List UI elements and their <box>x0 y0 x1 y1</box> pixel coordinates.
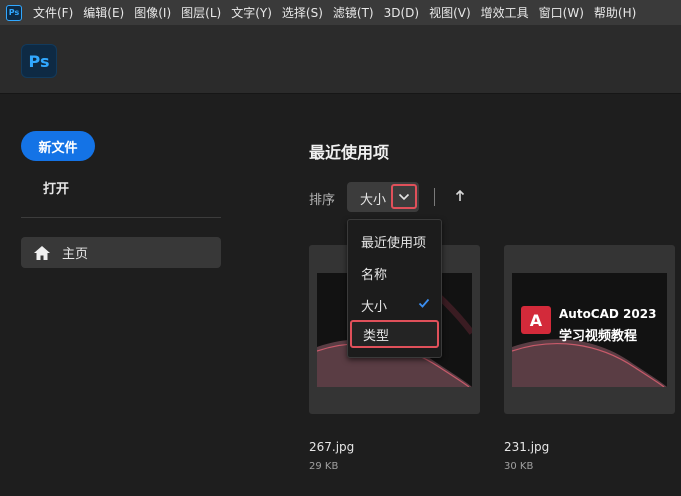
home-header: Ps <box>0 25 681 94</box>
autocad-logo: A <box>521 306 551 334</box>
menu-view[interactable]: 视图(V) <box>424 4 476 21</box>
menu-bar: Ps 文件(F) 编辑(E) 图像(I) 图层(L) 文字(Y) 选择(S) 滤… <box>0 0 681 25</box>
menu-type[interactable]: 文字(Y) <box>226 4 277 21</box>
sort-option-size[interactable]: 大小 <box>348 291 441 319</box>
file-size: 30 KB <box>504 461 534 472</box>
menu-edit[interactable]: 编辑(E) <box>78 4 129 21</box>
sort-option-recent[interactable]: 最近使用项 <box>348 227 441 255</box>
thumbnail-subtitle: 学习视频教程 <box>559 329 638 344</box>
toolbar-divider <box>434 188 435 206</box>
open-button[interactable]: 打开 <box>43 178 69 197</box>
sidebar-divider <box>21 217 221 218</box>
chevron-down-icon[interactable] <box>391 184 417 209</box>
photoshop-logo: Ps <box>21 44 57 78</box>
photoshop-app-icon[interactable]: Ps <box>6 4 22 21</box>
menu-plugins[interactable]: 增效工具 <box>476 4 534 21</box>
sort-option-name[interactable]: 名称 <box>348 259 441 287</box>
sidebar-item-label: 主页 <box>62 247 89 262</box>
sort-select-value: 大小 <box>360 193 387 208</box>
sort-option-label: 最近使用项 <box>361 235 427 251</box>
menu-layer[interactable]: 图层(L) <box>176 4 226 21</box>
file-size: 29 KB <box>309 461 339 472</box>
home-icon <box>33 245 51 261</box>
sort-option-label: 大小 <box>361 299 388 315</box>
sidebar-item-home[interactable]: 主页 <box>21 237 221 268</box>
menu-file[interactable]: 文件(F) <box>28 4 78 21</box>
page-title: 最近使用项 <box>309 143 390 162</box>
menu-3d[interactable]: 3D(D) <box>379 6 424 20</box>
arrow-up-icon[interactable] <box>452 188 468 204</box>
checkmark-icon <box>418 297 430 313</box>
menu-help[interactable]: 帮助(H) <box>589 4 641 21</box>
sort-option-label: 名称 <box>361 267 388 283</box>
sort-select[interactable]: 大小 <box>347 182 419 212</box>
thumbnail-title: AutoCAD 2023 <box>559 307 657 321</box>
sort-option-type[interactable]: 类型 <box>350 320 439 348</box>
file-card[interactable]: A AutoCAD 2023 学习视频教程 <box>504 245 675 414</box>
menu-filter[interactable]: 滤镜(T) <box>328 4 379 21</box>
new-file-button[interactable]: 新文件 <box>21 131 95 161</box>
menu-image[interactable]: 图像(I) <box>129 4 176 21</box>
sort-option-label: 类型 <box>363 328 390 344</box>
file-name[interactable]: 231.jpg <box>504 440 549 454</box>
menu-select[interactable]: 选择(S) <box>277 4 328 21</box>
sort-dropdown-menu: 最近使用项 名称 大小 类型 <box>347 219 442 358</box>
file-thumbnail: A AutoCAD 2023 学习视频教程 <box>512 273 667 387</box>
file-name[interactable]: 267.jpg <box>309 440 354 454</box>
sort-label: 排序 <box>309 193 336 208</box>
menu-window[interactable]: 窗口(W) <box>534 4 589 21</box>
